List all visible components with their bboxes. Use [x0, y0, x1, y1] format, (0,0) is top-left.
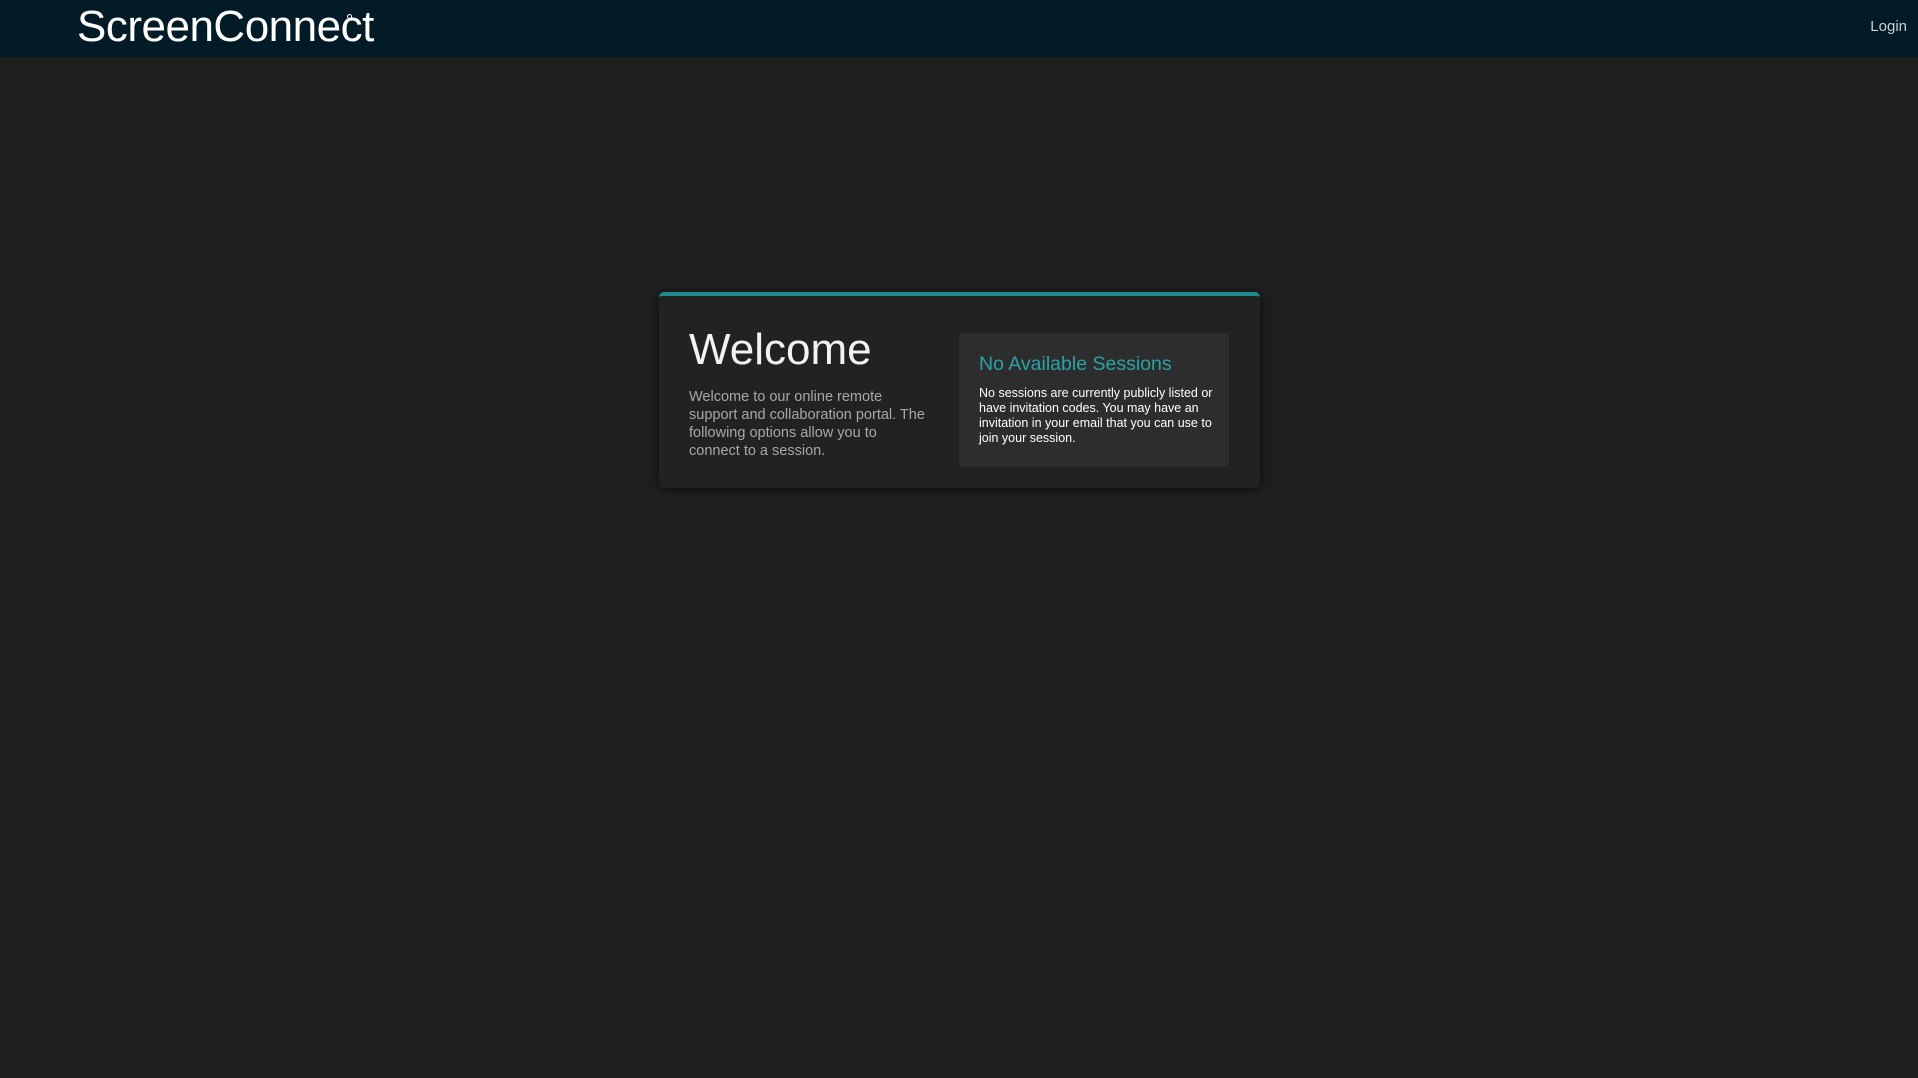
sessions-title: No Available Sessions [979, 353, 1172, 375]
welcome-title: Welcome [689, 325, 872, 374]
sessions-box: No Available Sessions No sessions are cu… [959, 333, 1229, 467]
registered-mark-icon [347, 14, 352, 19]
login-link[interactable]: Login [1870, 17, 1907, 37]
top-bar: ScreenConnect Login [0, 0, 1918, 57]
screenconnect-logo[interactable]: ScreenConnect [77, 2, 374, 52]
sessions-message: No sessions are currently publicly liste… [979, 386, 1213, 445]
welcome-description: Welcome to our online remote support and… [689, 389, 925, 459]
welcome-panel: Welcome Welcome to our online remote sup… [659, 292, 1260, 488]
